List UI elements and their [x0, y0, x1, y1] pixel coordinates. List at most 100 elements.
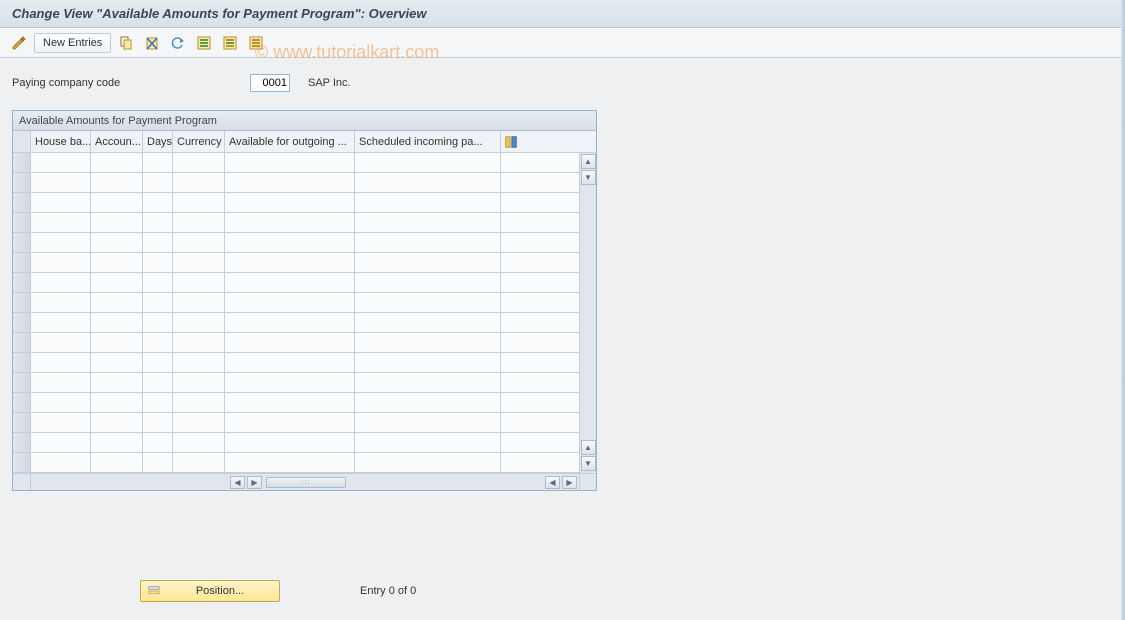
table-cell-input[interactable] [143, 153, 172, 172]
col-header-account[interactable]: Accoun... [91, 131, 143, 152]
table-cell-input[interactable] [355, 153, 500, 172]
table-cell-input[interactable] [225, 173, 354, 192]
table-cell-input[interactable] [173, 333, 224, 352]
table-cell-input[interactable] [91, 213, 142, 232]
table-cell-input[interactable] [91, 393, 142, 412]
row-selector[interactable] [13, 413, 31, 432]
table-cell-input[interactable] [225, 153, 354, 172]
table-cell-input[interactable] [143, 273, 172, 292]
row-selector[interactable] [13, 253, 31, 272]
col-header-outgoing[interactable]: Available for outgoing ... [225, 131, 355, 152]
table-cell-input[interactable] [355, 313, 500, 332]
table-cell-input[interactable] [31, 313, 90, 332]
select-block-icon[interactable] [219, 33, 241, 53]
table-cell-input[interactable] [355, 373, 500, 392]
table-cell-input[interactable] [31, 333, 90, 352]
table-cell-input[interactable] [173, 253, 224, 272]
row-selector[interactable] [13, 153, 31, 172]
table-cell-input[interactable] [31, 213, 90, 232]
row-selector[interactable] [13, 373, 31, 392]
table-cell-input[interactable] [91, 293, 142, 312]
row-selector[interactable] [13, 213, 31, 232]
row-selector-header[interactable] [13, 131, 31, 152]
table-cell-input[interactable] [31, 253, 90, 272]
table-cell-input[interactable] [173, 393, 224, 412]
table-cell-input[interactable] [31, 353, 90, 372]
table-cell-input[interactable] [225, 313, 354, 332]
table-config-button[interactable] [501, 131, 521, 152]
table-cell-input[interactable] [225, 293, 354, 312]
table-cell-input[interactable] [143, 233, 172, 252]
table-cell-input[interactable] [91, 313, 142, 332]
table-cell-input[interactable] [91, 373, 142, 392]
col-header-currency[interactable]: Currency [173, 131, 225, 152]
scroll-right-step-button[interactable]: ◀ [545, 476, 560, 489]
table-cell-input[interactable] [173, 193, 224, 212]
table-cell-input[interactable] [91, 433, 142, 452]
table-cell-input[interactable] [31, 433, 90, 452]
scroll-up-bottom-button[interactable]: ▲ [581, 440, 596, 455]
table-cell-input[interactable] [31, 273, 90, 292]
table-cell-input[interactable] [355, 213, 500, 232]
table-cell-input[interactable] [173, 273, 224, 292]
table-cell-input[interactable] [225, 413, 354, 432]
table-cell-input[interactable] [143, 373, 172, 392]
copy-as-icon[interactable] [115, 33, 137, 53]
scroll-down-button[interactable]: ▼ [581, 170, 596, 185]
scroll-left-step-button[interactable]: ▶ [247, 476, 262, 489]
table-cell-input[interactable] [173, 433, 224, 452]
select-all-icon[interactable] [193, 33, 215, 53]
table-cell-input[interactable] [91, 333, 142, 352]
table-cell-input[interactable] [173, 153, 224, 172]
row-selector[interactable] [13, 433, 31, 452]
table-cell-input[interactable] [143, 433, 172, 452]
table-cell-input[interactable] [143, 413, 172, 432]
new-entries-button[interactable]: New Entries [34, 33, 111, 53]
table-cell-input[interactable] [225, 233, 354, 252]
table-cell-input[interactable] [355, 353, 500, 372]
table-cell-input[interactable] [173, 173, 224, 192]
col-header-incoming[interactable]: Scheduled incoming pa... [355, 131, 501, 152]
row-selector[interactable] [13, 353, 31, 372]
row-selector[interactable] [13, 333, 31, 352]
table-cell-input[interactable] [143, 253, 172, 272]
table-cell-input[interactable] [31, 453, 90, 472]
table-cell-input[interactable] [225, 273, 354, 292]
table-cell-input[interactable] [355, 233, 500, 252]
table-cell-input[interactable] [225, 433, 354, 452]
table-cell-input[interactable] [225, 453, 354, 472]
row-selector[interactable] [13, 453, 31, 472]
table-cell-input[interactable] [143, 313, 172, 332]
table-cell-input[interactable] [173, 453, 224, 472]
table-cell-input[interactable] [91, 193, 142, 212]
scroll-up-button[interactable]: ▲ [581, 154, 596, 169]
table-cell-input[interactable] [31, 293, 90, 312]
table-cell-input[interactable] [31, 233, 90, 252]
table-cell-input[interactable] [31, 413, 90, 432]
row-selector[interactable] [13, 293, 31, 312]
table-cell-input[interactable] [91, 153, 142, 172]
row-selector[interactable] [13, 273, 31, 292]
col-header-house-bank[interactable]: House ba... [31, 131, 91, 152]
table-cell-input[interactable] [225, 373, 354, 392]
row-selector[interactable] [13, 173, 31, 192]
table-cell-input[interactable] [143, 393, 172, 412]
table-cell-input[interactable] [225, 333, 354, 352]
row-selector[interactable] [13, 313, 31, 332]
hscroll-thumb[interactable]: ::: [266, 477, 346, 488]
table-cell-input[interactable] [355, 433, 500, 452]
col-header-days[interactable]: Days [143, 131, 173, 152]
delete-icon[interactable] [141, 33, 163, 53]
table-cell-input[interactable] [143, 293, 172, 312]
table-cell-input[interactable] [31, 373, 90, 392]
table-cell-input[interactable] [31, 393, 90, 412]
table-cell-input[interactable] [355, 173, 500, 192]
horizontal-scrollbar[interactable]: ◀ ▶ ::: ◀ ▶ [13, 473, 596, 490]
row-selector[interactable] [13, 233, 31, 252]
table-cell-input[interactable] [225, 213, 354, 232]
table-cell-input[interactable] [143, 333, 172, 352]
table-cell-input[interactable] [225, 393, 354, 412]
table-cell-input[interactable] [225, 353, 354, 372]
table-cell-input[interactable] [91, 173, 142, 192]
table-cell-input[interactable] [173, 293, 224, 312]
